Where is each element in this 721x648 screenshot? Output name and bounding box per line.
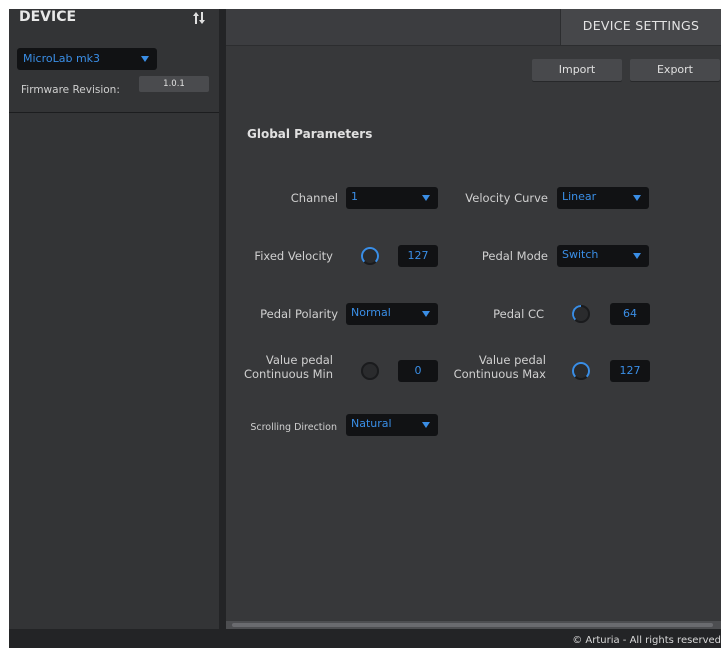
sort-arrows-icon[interactable]: [192, 11, 206, 25]
value-pedal-max-label-line1: Value pedal: [478, 353, 546, 367]
value-pedal-min-value[interactable]: 0: [398, 360, 438, 382]
pedal-polarity-dropdown[interactable]: Normal: [346, 303, 438, 325]
scrolling-direction-label: Scrolling Direction: [250, 422, 337, 433]
velocity-curve-value: Linear: [562, 190, 597, 203]
copyright-text: © Arturia - All rights reserved: [572, 635, 721, 646]
device-select-value: MicroLab mk3: [23, 52, 101, 65]
chevron-down-icon: [633, 195, 641, 201]
pedal-mode-dropdown[interactable]: Switch: [557, 245, 649, 267]
pedal-mode-value: Switch: [562, 248, 599, 261]
footer: © Arturia - All rights reserved: [219, 631, 721, 648]
value-pedal-max-knob[interactable]: [570, 360, 592, 382]
midi-control-center-window: DEVICE MicroLab mk3 Firmware Revision: 1…: [9, 9, 721, 648]
pedal-polarity-label: Pedal Polarity: [260, 307, 338, 321]
pedal-cc-value[interactable]: 64: [610, 303, 650, 325]
horizontal-scrollbar[interactable]: [226, 621, 721, 629]
pedal-cc-label: Pedal CC: [493, 307, 544, 321]
device-settings-panel: DEVICE SETTINGS Import Export Global Par…: [226, 9, 721, 621]
channel-value: 1: [351, 190, 358, 203]
chevron-down-icon: [422, 422, 430, 428]
section-title: Global Parameters: [247, 127, 373, 141]
firmware-label: Firmware Revision:: [21, 84, 120, 96]
scrolling-direction-value: Natural: [351, 417, 392, 430]
value-pedal-min-label: Value pedal Continuous Min: [236, 353, 333, 381]
chevron-down-icon: [422, 195, 430, 201]
fixed-velocity-knob[interactable]: [359, 245, 381, 267]
device-panel-title: DEVICE: [19, 9, 77, 25]
export-button[interactable]: Export: [630, 59, 720, 81]
value-pedal-min-knob[interactable]: [359, 360, 381, 382]
velocity-curve-label: Velocity Curve: [465, 191, 548, 205]
fixed-velocity-value[interactable]: 127: [398, 245, 438, 267]
velocity-curve-dropdown[interactable]: Linear: [557, 187, 649, 209]
value-pedal-min-label-line1: Value pedal: [265, 353, 333, 367]
scrolling-direction-dropdown[interactable]: Natural: [346, 414, 438, 436]
import-button[interactable]: Import: [532, 59, 622, 81]
value-pedal-max-value[interactable]: 127: [610, 360, 650, 382]
chevron-down-icon: [633, 253, 641, 259]
divider: [9, 112, 219, 113]
pedal-cc-knob[interactable]: [570, 303, 592, 325]
chevron-down-icon: [422, 311, 430, 317]
tab-device-settings[interactable]: DEVICE SETTINGS: [560, 9, 721, 45]
firmware-value: 1.0.1: [139, 76, 209, 92]
chevron-down-icon: [141, 56, 149, 62]
settings-header: DEVICE SETTINGS: [226, 9, 721, 46]
device-panel: DEVICE MicroLab mk3 Firmware Revision: 1…: [9, 9, 219, 629]
value-pedal-min-label-line2: Continuous Min: [243, 367, 333, 381]
pedal-polarity-value: Normal: [351, 306, 391, 319]
channel-label: Channel: [290, 191, 338, 205]
value-pedal-max-label-line2: Continuous Max: [453, 367, 546, 381]
value-pedal-max-label: Value pedal Continuous Max: [452, 353, 546, 381]
device-select[interactable]: MicroLab mk3: [17, 48, 157, 70]
fixed-velocity-label: Fixed Velocity: [254, 249, 333, 263]
pedal-mode-label: Pedal Mode: [481, 249, 548, 263]
channel-dropdown[interactable]: 1: [346, 187, 438, 209]
scrollbar-thumb[interactable]: [232, 623, 713, 627]
